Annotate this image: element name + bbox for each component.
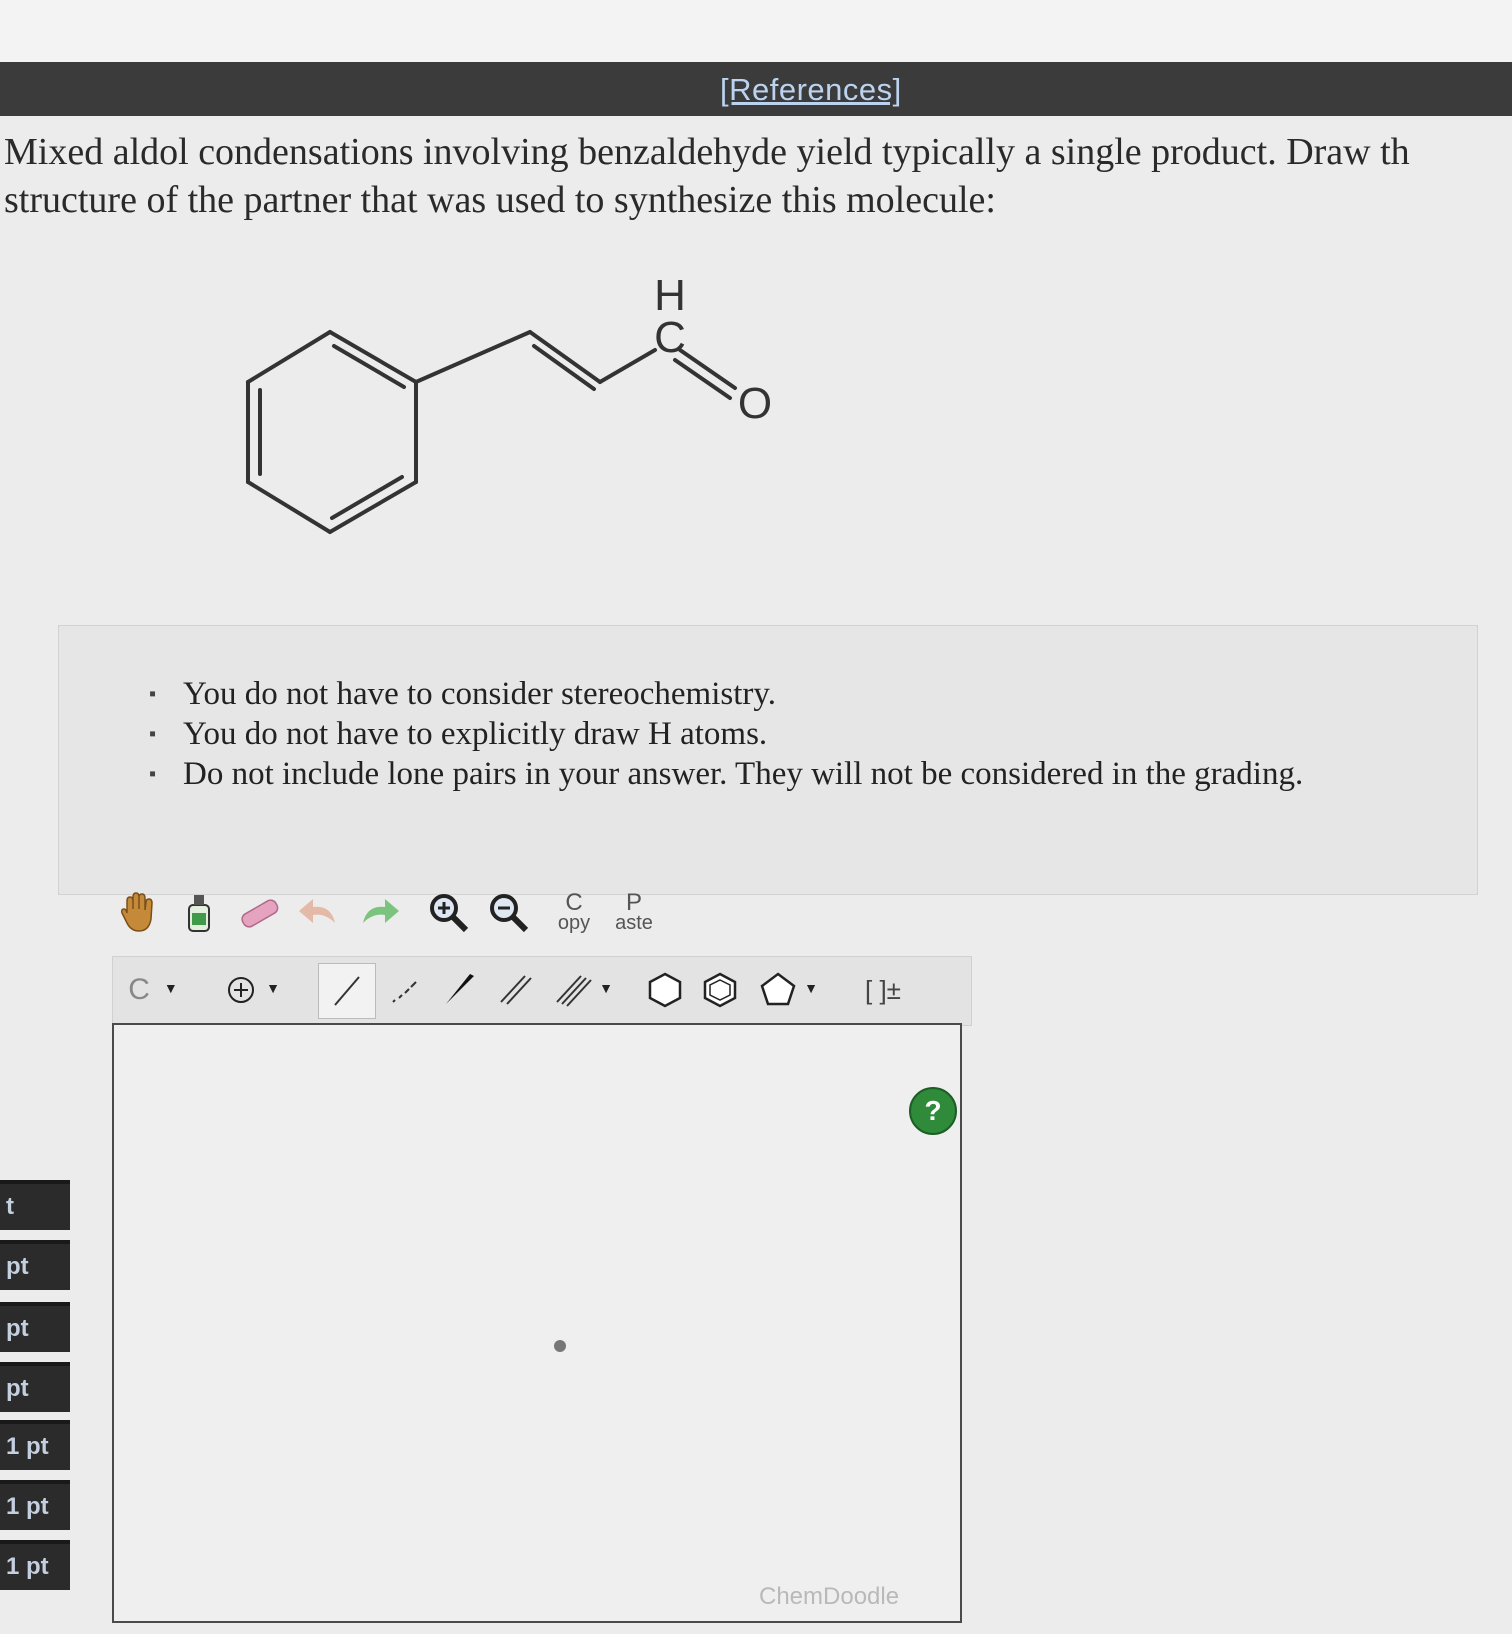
question-nav-item[interactable]: 1 pt bbox=[0, 1480, 70, 1530]
charge-plus-tool[interactable]: ▼ bbox=[213, 963, 293, 1017]
question-nav-item[interactable]: 1 pt bbox=[0, 1420, 70, 1470]
chevron-down-icon: ▼ bbox=[266, 982, 280, 997]
element-select[interactable]: C ▼ bbox=[113, 963, 193, 1017]
wedge-bond-icon bbox=[446, 974, 474, 1004]
zoom-out-icon[interactable] bbox=[482, 886, 536, 940]
question-nav-item[interactable]: pt bbox=[0, 1362, 70, 1412]
question-nav-item[interactable]: 1 pt bbox=[0, 1540, 70, 1590]
wedge-bond-tool[interactable] bbox=[433, 963, 487, 1017]
instructions-panel: You do not have to consider stereochemis… bbox=[58, 625, 1478, 895]
hashed-bond-tool[interactable] bbox=[378, 963, 432, 1017]
benzene-tool[interactable] bbox=[693, 963, 747, 1017]
chevron-down-icon: ▼ bbox=[599, 982, 613, 997]
question-line-2: structure of the partner that was used t… bbox=[4, 179, 996, 221]
element-select-value: C bbox=[128, 973, 150, 1006]
eraser-icon[interactable] bbox=[232, 886, 286, 940]
zoom-in-icon[interactable] bbox=[422, 886, 476, 940]
canvas-cursor-dot bbox=[554, 1340, 566, 1352]
triple-bond-icon bbox=[556, 975, 592, 1007]
instruction-item: Do not include lone pairs in your answer… bbox=[149, 754, 1303, 794]
paste-button-letter: P bbox=[625, 889, 642, 916]
double-bond-icon bbox=[500, 975, 532, 1005]
editor-toolbar-top: Copy Paste bbox=[102, 886, 702, 946]
question-nav-item[interactable]: pt bbox=[0, 1302, 70, 1352]
single-bond-tool[interactable] bbox=[318, 963, 376, 1019]
browser-top-strip bbox=[0, 0, 1512, 63]
atom-label-c: C bbox=[654, 313, 686, 362]
question-nav-sidebar: t pt pt pt 1 pt 1 pt 1 pt bbox=[0, 1070, 72, 1634]
atom-label-o: O bbox=[738, 379, 772, 428]
cyclopentane-tool[interactable]: ▼ bbox=[748, 963, 828, 1017]
instructions-list: You do not have to consider stereochemis… bbox=[149, 674, 1303, 794]
triple-bond-tool[interactable]: ▼ bbox=[543, 963, 623, 1017]
instruction-item: You do not have to consider stereochemis… bbox=[149, 674, 1303, 714]
question-nav-item[interactable]: t bbox=[0, 1180, 70, 1230]
drawing-canvas[interactable]: ? ChemDoodle bbox=[112, 1023, 962, 1623]
editor-toolbar-bottom: C ▼ ▼ ▼ ▼ []± bbox=[112, 956, 972, 1026]
paste-button-rest: aste bbox=[615, 912, 653, 934]
chevron-down-icon: ▼ bbox=[163, 982, 178, 997]
question-text: Mixed aldol condensations involving benz… bbox=[4, 128, 1512, 224]
benzene-icon bbox=[703, 972, 737, 1008]
redo-icon[interactable] bbox=[352, 886, 406, 940]
instruction-item: You do not have to explicitly draw H ato… bbox=[149, 714, 1303, 754]
help-icon[interactable]: ? bbox=[909, 1087, 957, 1135]
cyclopentane-icon bbox=[760, 972, 796, 1006]
copy-button-letter: C bbox=[565, 889, 583, 916]
hand-tool-icon[interactable] bbox=[112, 886, 166, 940]
question-line-1: Mixed aldol condensations involving benz… bbox=[4, 131, 1410, 173]
question-nav-item[interactable]: pt bbox=[0, 1240, 70, 1290]
copy-button-rest: opy bbox=[557, 912, 591, 934]
undo-icon[interactable] bbox=[292, 886, 346, 940]
cyclohexane-tool[interactable] bbox=[638, 963, 692, 1017]
single-bond-icon bbox=[334, 976, 360, 1006]
double-bond-tool[interactable] bbox=[488, 963, 542, 1017]
chemdoodle-watermark: ChemDoodle bbox=[759, 1583, 900, 1610]
chevron-down-icon: ▼ bbox=[804, 982, 818, 997]
charge-bracket-label: [ ]± bbox=[865, 975, 901, 1005]
charge-bracket-tool[interactable]: [ ]± bbox=[848, 963, 918, 1017]
paste-button[interactable]: Paste bbox=[607, 886, 661, 940]
hashed-bond-icon bbox=[392, 981, 417, 1003]
cyclohexane-icon bbox=[648, 972, 682, 1008]
references-link[interactable]: [References] bbox=[720, 72, 902, 108]
molecule-structure: H C O bbox=[246, 271, 772, 534]
chemdoodle-editor: Copy Paste C ▼ ▼ ▼ ▼ []± ? ChemDoodle bbox=[92, 868, 972, 1628]
clear-bottle-icon[interactable] bbox=[172, 886, 226, 940]
plus-charge-icon bbox=[228, 977, 255, 1003]
copy-button[interactable]: Copy bbox=[547, 886, 601, 940]
